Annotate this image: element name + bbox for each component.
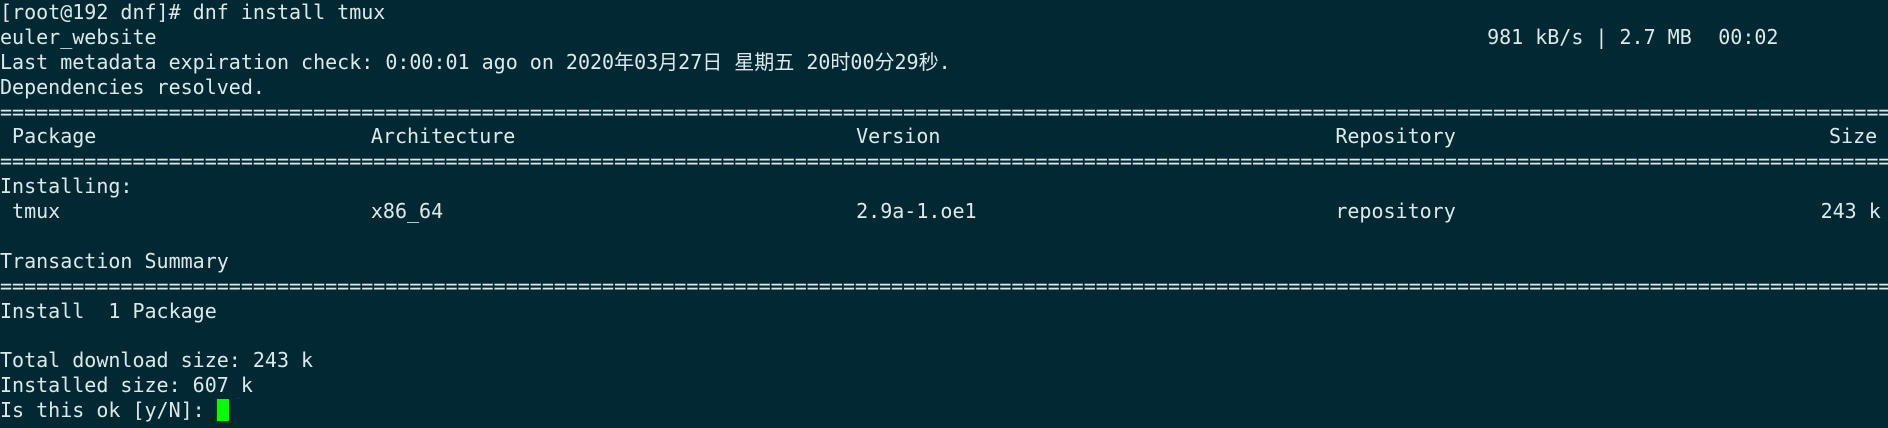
separator: ========================================…	[0, 100, 1888, 125]
header-architecture: Architecture	[370, 124, 516, 149]
confirm-question: Is this ok [y/N]:	[0, 398, 217, 423]
section-text: Installing:	[0, 174, 133, 199]
row-arch: x86_64	[370, 199, 444, 224]
section-label: Installing:	[0, 174, 1888, 199]
terminal[interactable]: [root@192 dnf]# dnf install tmux euler_w…	[0, 0, 1888, 428]
header-version: Version	[856, 124, 941, 149]
separator-text: ========================================…	[0, 99, 1888, 124]
download-size: 2.7 MB	[1619, 24, 1692, 49]
repo-sync-line: euler_website 981 kB/s | 2.7 MB 00:02	[0, 25, 1888, 50]
header-repository: Repository	[1335, 124, 1456, 149]
speed-divider: |	[1595, 24, 1608, 49]
confirm-prompt[interactable]: Is this ok [y/N]:	[0, 398, 1888, 423]
download-time: 00:02	[1718, 24, 1779, 49]
header-package: Package	[12, 124, 97, 149]
download-speed: 981 kB/s	[1487, 24, 1584, 49]
summary-title: Transaction Summary	[0, 249, 1888, 274]
installed-size: Installed size: 607 k	[0, 373, 1888, 398]
separator: ========================================…	[0, 274, 1888, 299]
install-count: Install 1 Package	[0, 299, 1888, 324]
metadata-line: Last metadata expiration check: 0:00:01 …	[0, 50, 1888, 75]
header-size: Size	[1829, 124, 1878, 149]
metadata-text: Last metadata expiration check: 0:00:01 …	[0, 49, 951, 74]
total-download-text: Total download size: 243 k	[0, 348, 314, 373]
install-count-text: Install 1 Package	[0, 298, 217, 323]
separator-text: ========================================…	[0, 149, 1888, 174]
row-repo: repository	[1335, 199, 1456, 224]
repo-name: euler_website	[0, 24, 157, 49]
separator: ========================================…	[0, 149, 1888, 174]
installed-size-text: Installed size: 607 k	[0, 373, 253, 398]
row-version: 2.9a-1.oe1	[856, 199, 977, 224]
separator-text: ========================================…	[0, 273, 1888, 298]
table-header: Package Architecture Version Repository …	[0, 124, 1888, 149]
deps-text: Dependencies resolved.	[0, 74, 265, 99]
row-package: tmux	[12, 199, 61, 224]
summary-title-text: Transaction Summary	[0, 248, 229, 273]
command-line: [root@192 dnf]# dnf install tmux	[0, 0, 1888, 25]
command-prompt: [root@192 dnf]# dnf install tmux	[0, 0, 386, 24]
terminal-cursor[interactable]	[216, 399, 229, 422]
table-row: tmux x86_64 2.9a-1.oe1 repository 243 k	[0, 199, 1888, 224]
total-download: Total download size: 243 k	[0, 348, 1888, 373]
deps-line: Dependencies resolved.	[0, 75, 1888, 100]
row-size: 243 k	[1820, 199, 1881, 224]
